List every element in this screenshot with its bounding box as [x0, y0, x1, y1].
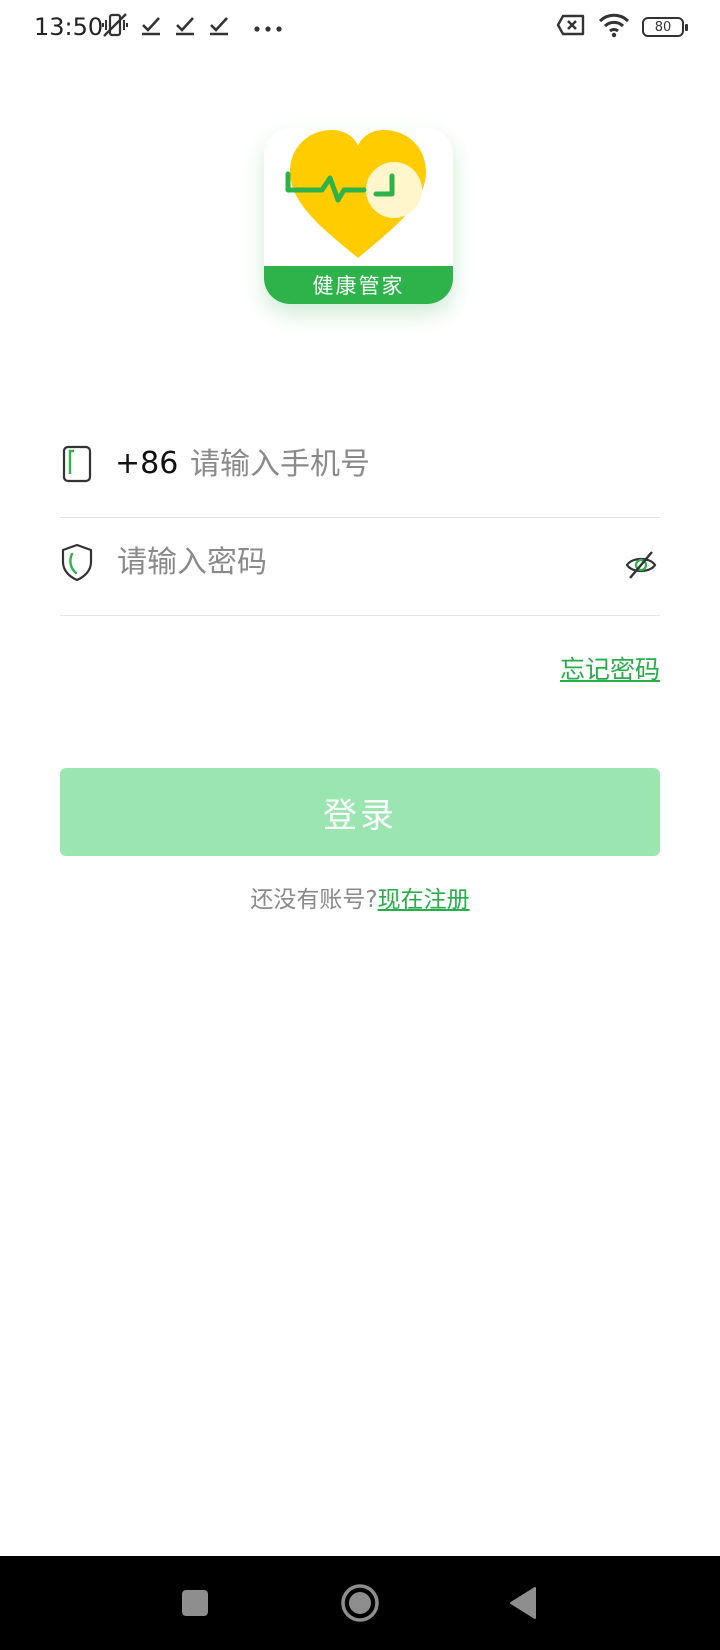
recent-apps-icon[interactable] — [170, 1578, 220, 1628]
password-input[interactable] — [117, 536, 537, 588]
app-logo: 健康管家 — [264, 128, 453, 304]
login-button[interactable]: 登录 — [60, 768, 660, 856]
forgot-password-link[interactable]: 忘记密码 — [560, 650, 660, 686]
battery-level: 80 — [654, 19, 672, 35]
back-icon[interactable] — [498, 1578, 548, 1628]
country-code[interactable]: +86 — [115, 446, 178, 481]
eye-off-icon[interactable] — [624, 548, 658, 582]
check-icon — [207, 13, 231, 41]
check-icon — [173, 13, 197, 41]
phone-field: +86 — [60, 420, 660, 518]
register-link[interactable]: 现在注册 — [378, 887, 470, 913]
mute-vibrate-icon — [101, 11, 129, 43]
battery-icon: 80 — [642, 17, 688, 37]
no-sim-icon — [556, 14, 586, 40]
password-field — [60, 518, 660, 616]
check-icon — [139, 13, 163, 41]
phone-input[interactable] — [190, 438, 610, 490]
no-account-text: 还没有账号? — [250, 887, 378, 913]
shield-icon — [60, 542, 94, 582]
app-name: 健康管家 — [264, 266, 453, 304]
home-icon[interactable] — [335, 1578, 385, 1628]
phone-icon — [60, 444, 94, 484]
more-dots-icon — [253, 18, 283, 37]
status-time: 13:50 — [34, 13, 104, 41]
status-bar: 13:50 80 — [0, 0, 720, 56]
register-prompt: 还没有账号?现在注册 — [0, 880, 720, 914]
wifi-icon — [598, 12, 630, 42]
navigation-bar — [0, 1556, 720, 1650]
